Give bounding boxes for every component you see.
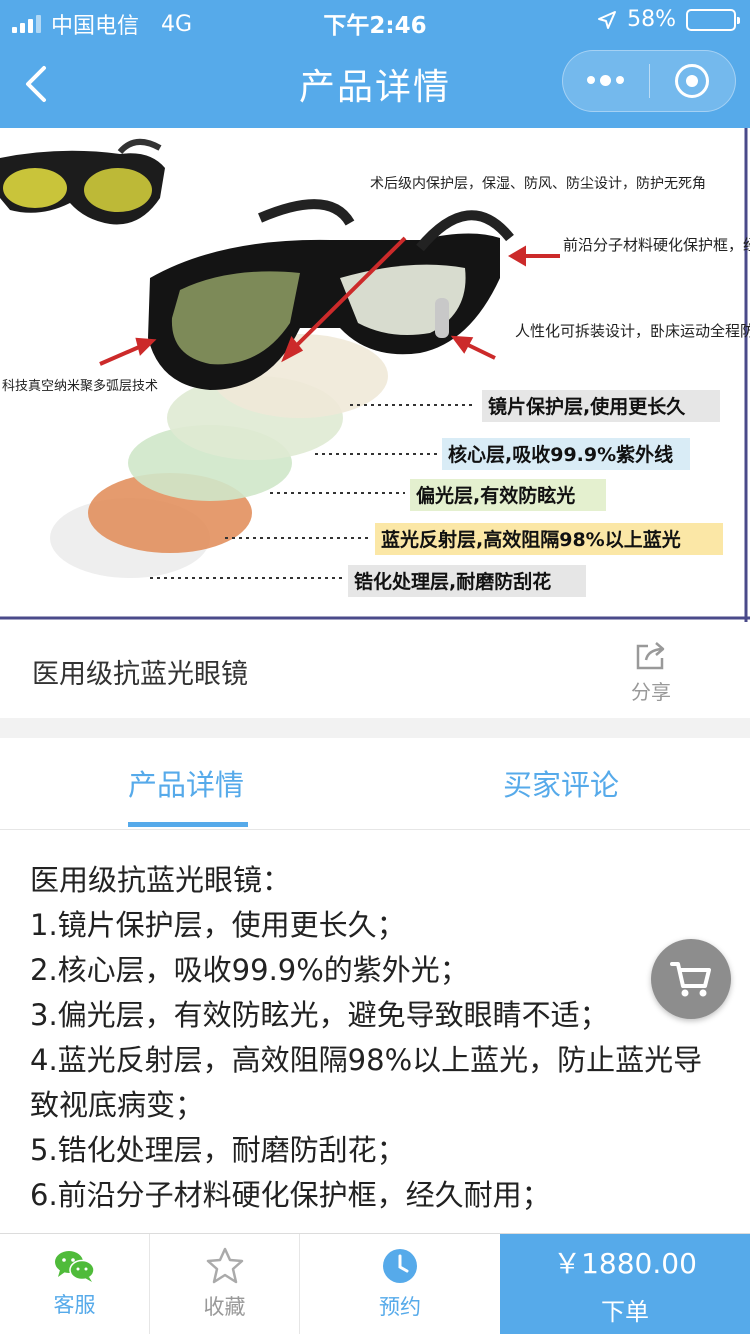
more-dots-icon [587,75,625,86]
share-button[interactable]: 分享 [620,640,682,705]
customer-service-button[interactable]: 客服 [0,1234,150,1334]
top-bar: 中国电信 4G 下午2:46 58% 产品详情 [0,0,750,128]
active-tab-indicator [128,822,248,827]
tab-buyer-reviews[interactable]: 买家评论 [503,762,619,804]
callout-frame: 前沿分子材料硬化保护框，经久耐用 [563,236,750,254]
layer-label-core: 核心层,吸收99.9%紫外线 [448,443,673,466]
layer-label-hard: 锆化处理层,耐磨防刮花 [354,570,551,593]
reserve-label: 预约 [379,1295,421,1319]
small-glasses-photo [0,139,165,225]
customer-service-label: 客服 [53,1293,96,1317]
order-label: 下单 [601,1297,649,1326]
description-line: 2.核心层，吸收99.9%的紫外光； [30,953,469,987]
share-label: 分享 [631,680,671,704]
close-button[interactable] [650,51,736,111]
battery-percent: 58% [627,7,676,32]
description-line: 4.蓝光反射层，高效阻隔98%以上蓝光，防止蓝光导致视底病变； [30,1043,703,1122]
detail-tabs: 产品详情 买家评论 [0,738,750,830]
callout-nano: 科技真空纳米聚多弧层技术 [2,378,158,394]
price: ￥1880.00 [553,1246,697,1280]
order-button[interactable]: ￥1880.00 下单 [500,1234,750,1334]
wechat-icon [54,1251,95,1282]
product-title-row: 医用级抗蓝光眼镜 分享 [0,622,750,718]
star-icon [206,1247,243,1284]
layer-label-polarized: 偏光层,有效防眩光 [416,484,575,507]
location-arrow-icon [598,10,617,29]
bottom-action-bar: 客服 收藏 预约 ￥1880.00 下单 [0,1233,750,1334]
favorite-label: 收藏 [203,1295,246,1319]
product-description: 医用级抗蓝光眼镜： 1.镜片保护层，使用更长久； 2.核心层，吸收99.9%的紫… [30,858,720,1218]
product-image[interactable]: 术后级内保护层，保湿、防风、防尘设计，防护无死角 前沿分子材料硬化保护框，经久耐… [0,128,750,622]
battery-icon [686,8,740,31]
cart-icon [670,962,711,997]
section-divider [0,718,750,738]
mini-program-capsule [562,50,736,112]
close-target-icon [675,64,710,98]
layer-label-blue-reflect: 蓝光反射层,高效阻隔98%以上蓝光 [381,528,681,551]
description-line: 3.偏光层，有效防眩光，避免导致眼睛不适； [30,998,609,1032]
share-icon [636,642,665,670]
product-name: 医用级抗蓝光眼镜 [32,659,248,690]
reserve-button[interactable]: 预约 [300,1234,500,1334]
callout-inner-layer: 术后级内保护层，保湿、防风、防尘设计，防护无死角 [370,176,706,192]
callout-detachable: 人性化可拆装设计，卧床运动全程防护 [515,322,750,340]
description-line: 6.前沿分子材料硬化保护框，经久耐用； [30,1178,551,1212]
description-line: 1.镜片保护层，使用更长久； [30,908,406,942]
tab-product-detail[interactable]: 产品详情 [128,762,244,804]
description-line: 5.锆化处理层，耐磨防刮花； [30,1133,406,1167]
glasses-diagram: 术后级内保护层，保湿、防风、防尘设计，防护无死角 前沿分子材料硬化保护框，经久耐… [0,128,750,622]
status-bar: 中国电信 4G 下午2:46 58% [0,0,750,40]
description-line: 医用级抗蓝光眼镜： [30,863,292,897]
layer-label-protect: 镜片保护层,使用更长久 [488,395,686,418]
more-button[interactable] [563,51,649,111]
nav-bar: 产品详情 [0,40,750,128]
page: 中国电信 4G 下午2:46 58% 产品详情 术后级内保护层，保湿、防风、防尘… [0,0,750,1334]
clock-icon [383,1249,417,1283]
cart-button[interactable] [651,939,731,1019]
favorite-button[interactable]: 收藏 [150,1234,300,1334]
